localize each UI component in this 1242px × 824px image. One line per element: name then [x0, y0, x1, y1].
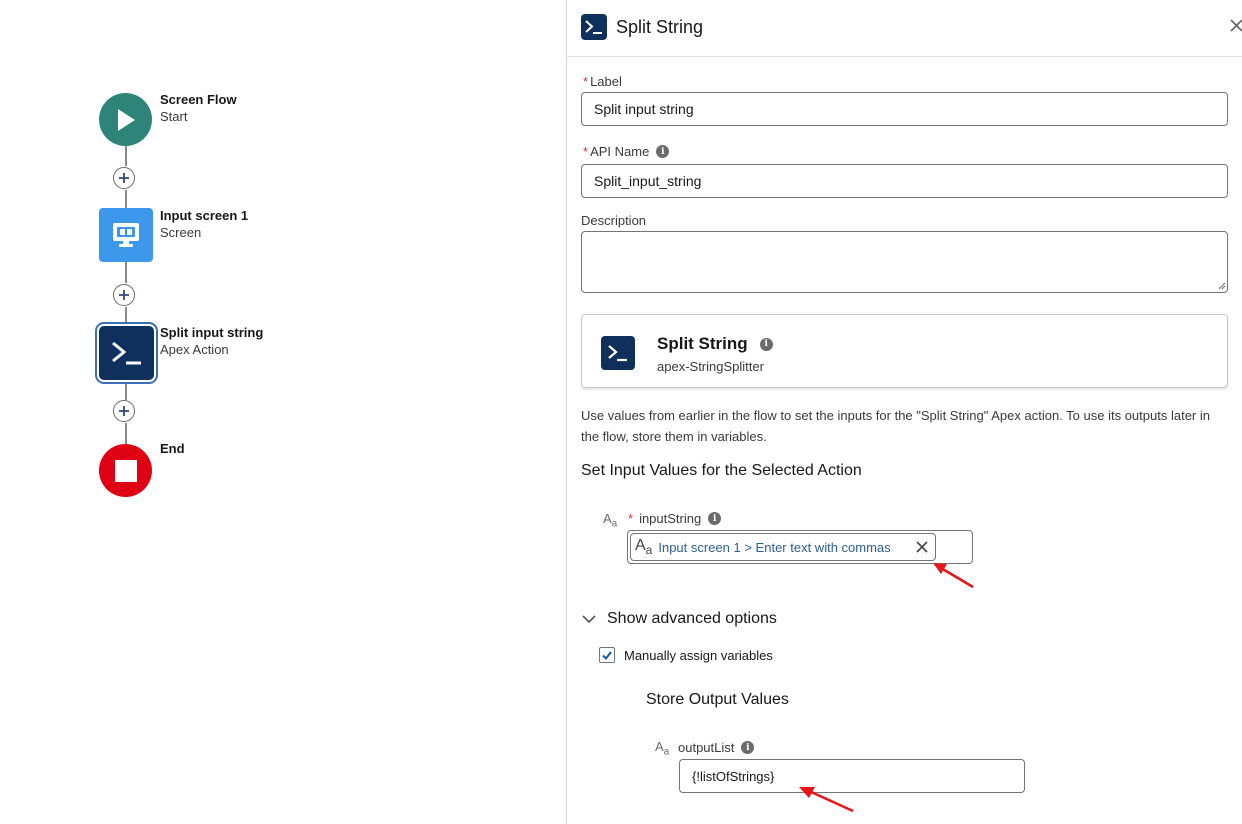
connector-line [125, 262, 127, 283]
panel-title: Split String [616, 17, 704, 37]
show-advanced-options-toggle[interactable]: Show advanced options [581, 610, 777, 628]
add-element-button[interactable] [113, 284, 135, 306]
input-string-label: * inputString i [628, 511, 722, 526]
label-text: outputList [678, 740, 735, 755]
monitor-icon [113, 223, 139, 247]
stop-icon [114, 459, 137, 482]
pill-value: Input screen 1 > Enter text with commas [658, 539, 891, 555]
action-card-subtitle: apex-StringSplitter [657, 359, 764, 374]
apex-node-label: Split input string Apex Action [160, 324, 263, 358]
connector-line [125, 381, 127, 400]
required-mark: * [583, 144, 589, 159]
resource-pill[interactable]: Aa Input screen 1 > Enter text with comm… [630, 533, 936, 561]
input-section-title: Set Input Values for the Selected Action [581, 462, 862, 479]
play-icon [117, 108, 135, 131]
description-textarea[interactable] [581, 231, 1228, 293]
connector-line [125, 423, 127, 444]
node-subtitle: Start [160, 109, 188, 124]
plus-icon [119, 406, 129, 416]
close-icon[interactable] [915, 540, 929, 554]
annotation-arrow [799, 787, 854, 813]
info-icon[interactable]: i [741, 741, 755, 754]
add-element-button[interactable] [113, 400, 135, 422]
manual-assign-row: Manually assign variables [599, 647, 773, 663]
screen-node-label: Input screen 1 Screen [160, 207, 248, 241]
close-icon[interactable] [1227, 16, 1242, 36]
text-type-icon: Aa [603, 511, 618, 530]
connector-line [125, 307, 127, 324]
input-string-field[interactable]: Aa Input screen 1 > Enter text with comm… [627, 530, 973, 564]
required-mark: * [583, 74, 589, 89]
panel-header: Split String [567, 0, 1242, 57]
terminal-icon [601, 336, 635, 370]
properties-panel: Split String * Label * API Name i Descri… [566, 0, 1242, 824]
label-text: API Name [590, 144, 650, 159]
node-title: Split input string [160, 325, 264, 340]
advanced-toggle-label: Show advanced options [607, 610, 777, 627]
connector-line [125, 146, 127, 166]
label-text: Description [581, 213, 647, 228]
end-node[interactable] [99, 444, 152, 497]
plus-icon [119, 173, 129, 183]
resize-grip-icon[interactable] [1218, 282, 1226, 290]
api-name-field-label: * API Name i [583, 144, 670, 159]
label-text: Label [590, 74, 622, 89]
action-card-title: Split String i [657, 334, 773, 354]
action-card-title-text: Split String [657, 334, 748, 353]
apex-action-node[interactable] [99, 326, 154, 380]
flow-canvas: Screen Flow Start Input screen 1 Screen [0, 0, 566, 824]
add-element-button[interactable] [113, 167, 135, 189]
info-icon[interactable]: i [708, 512, 722, 525]
node-title: Screen Flow [160, 92, 237, 107]
plus-icon [119, 290, 129, 300]
end-node-label: End [160, 440, 185, 457]
label-input[interactable] [581, 92, 1228, 126]
info-icon[interactable]: i [656, 145, 670, 158]
node-subtitle: Apex Action [160, 342, 229, 357]
node-title: End [160, 441, 185, 456]
text-type-icon: Aa [635, 536, 653, 558]
text-type-icon: Aa [655, 739, 670, 758]
check-icon [602, 651, 612, 661]
annotation-arrow [933, 563, 974, 589]
label-text: inputString [639, 511, 702, 526]
manual-assign-label: Manually assign variables [624, 647, 773, 663]
terminal-icon [111, 341, 141, 365]
connector-line [125, 190, 127, 208]
api-name-input[interactable] [581, 164, 1228, 198]
node-title: Input screen 1 [160, 208, 249, 223]
screen-node[interactable] [99, 208, 153, 262]
manual-assign-checkbox[interactable] [599, 647, 615, 663]
start-node[interactable] [99, 93, 152, 146]
label-field-label: * Label [583, 74, 622, 89]
output-list-label: outputList i [678, 740, 755, 755]
action-card: Split String i apex-StringSplitter [581, 314, 1228, 388]
help-text: Use values from earlier in the flow to s… [581, 408, 1210, 444]
output-section-title: Store Output Values [646, 691, 789, 708]
info-icon[interactable]: i [759, 337, 773, 351]
chevron-down-icon [582, 615, 596, 624]
node-subtitle: Screen [160, 225, 202, 240]
terminal-icon [581, 14, 607, 40]
start-node-label: Screen Flow Start [160, 91, 237, 125]
required-mark: * [628, 511, 634, 526]
description-field-label: Description [581, 213, 646, 228]
